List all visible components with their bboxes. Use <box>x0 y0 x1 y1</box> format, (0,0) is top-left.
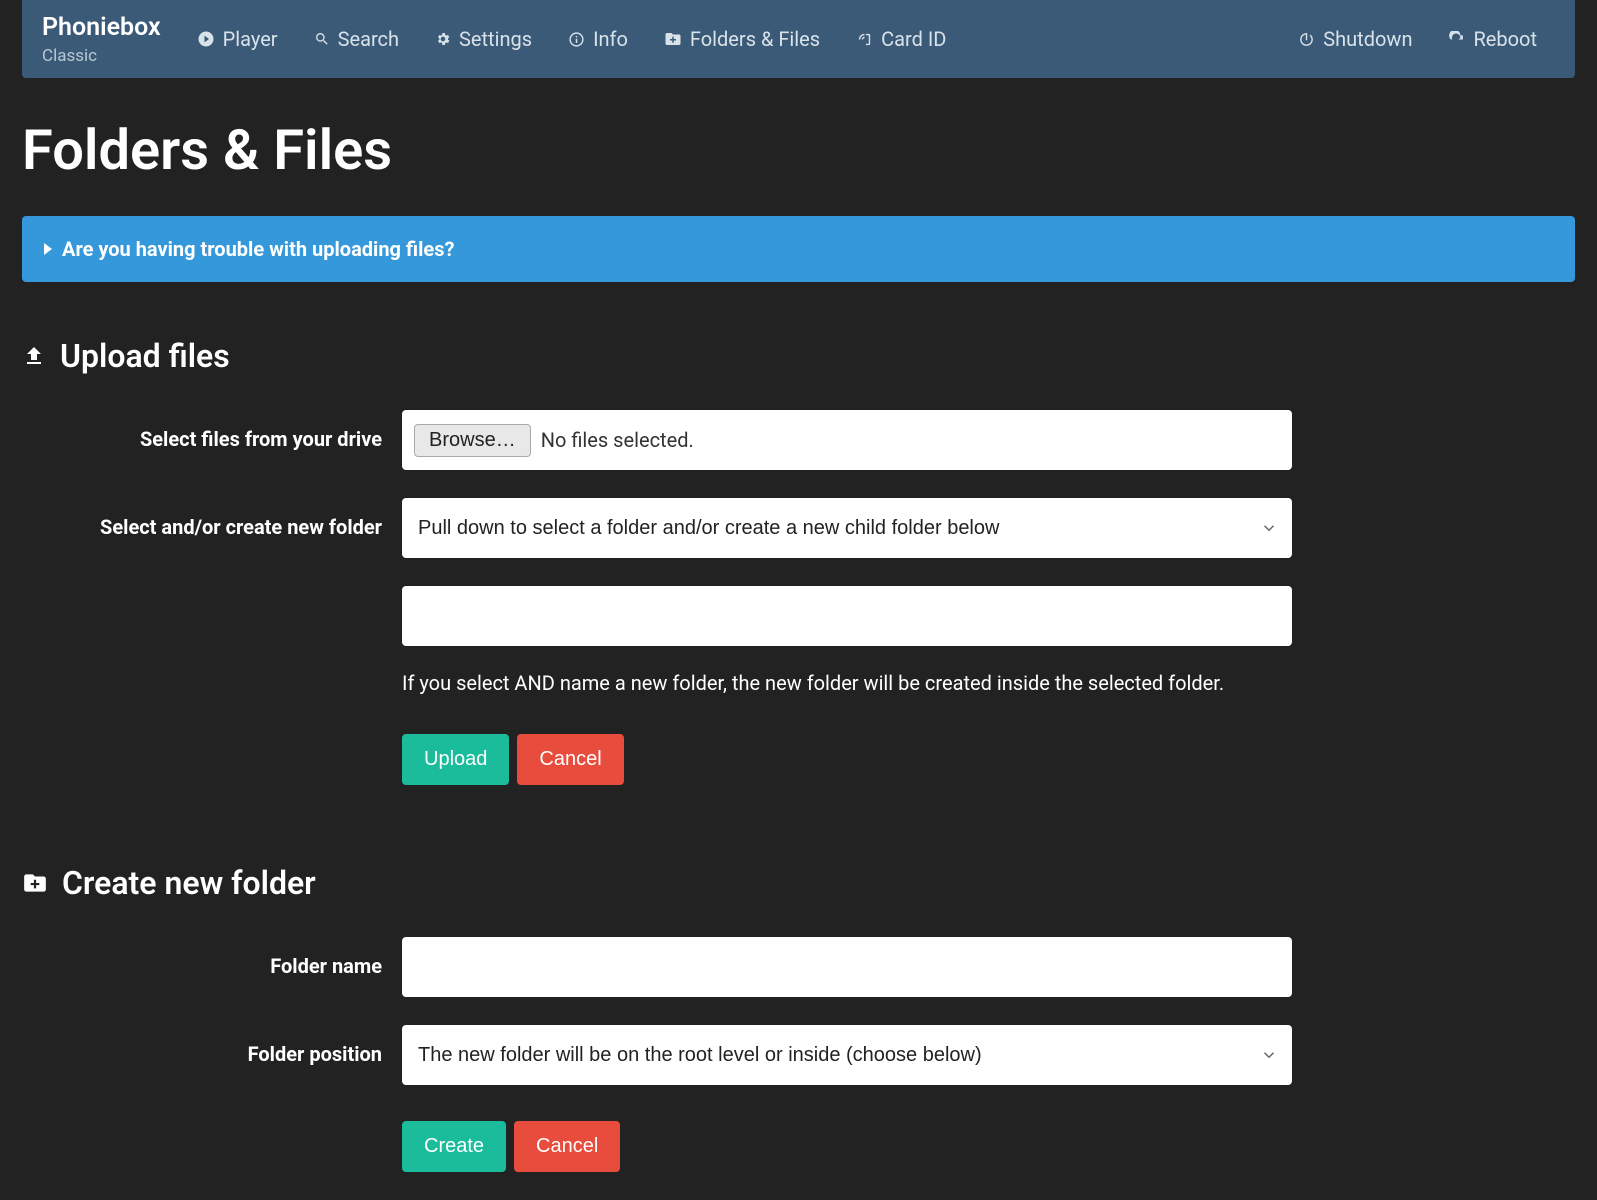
upload-icon <box>22 344 46 368</box>
nav-settings[interactable]: Settings <box>417 0 550 78</box>
play-circle-icon <box>197 30 215 48</box>
nav-shutdown[interactable]: Shutdown <box>1280 0 1430 78</box>
nav-label: Settings <box>459 24 532 54</box>
nav-label: Search <box>338 24 399 54</box>
rfid-icon <box>856 31 873 48</box>
refresh-icon <box>1448 31 1465 48</box>
folder-plus-icon <box>664 30 682 48</box>
section-title-text: Upload files <box>60 332 230 380</box>
top-navbar: Phoniebox Classic Player Search Settings <box>22 0 1575 78</box>
nav-reboot[interactable]: Reboot <box>1430 0 1555 78</box>
power-icon <box>1298 31 1315 48</box>
create-cancel-button[interactable]: Cancel <box>514 1121 620 1172</box>
nav-label: Shutdown <box>1323 24 1412 54</box>
file-input[interactable]: Browse… No files selected. <box>402 410 1292 470</box>
new-folder-name-input[interactable] <box>402 586 1292 646</box>
page-title: Folders & Files <box>22 108 1575 192</box>
nav-label: Card ID <box>881 24 946 54</box>
info-circle-icon <box>568 31 585 48</box>
upload-cancel-button[interactable]: Cancel <box>517 734 623 785</box>
folder-name-label: Folder name <box>22 937 402 997</box>
nav-folders-files[interactable]: Folders & Files <box>646 0 838 78</box>
nav-card-id[interactable]: Card ID <box>838 0 964 78</box>
upload-trouble-panel[interactable]: Are you having trouble with uploading fi… <box>22 216 1575 282</box>
nav-player[interactable]: Player <box>179 0 296 78</box>
search-icon <box>314 31 330 47</box>
upload-button[interactable]: Upload <box>402 734 509 785</box>
select-files-label: Select files from your drive <box>22 410 402 470</box>
nav-info[interactable]: Info <box>550 0 646 78</box>
folder-position-label: Folder position <box>22 1025 402 1085</box>
create-button[interactable]: Create <box>402 1121 506 1172</box>
select-folder-label: Select and/or create new folder <box>22 498 402 558</box>
file-input-status: No files selected. <box>541 425 694 455</box>
folder-select[interactable]: Pull down to select a folder and/or crea… <box>402 498 1292 558</box>
caret-right-icon <box>44 243 52 255</box>
info-panel-text: Are you having trouble with uploading fi… <box>62 234 454 264</box>
section-title-text: Create new folder <box>62 859 316 907</box>
create-folder-section-title: Create new folder <box>22 859 1575 907</box>
nav-label: Info <box>593 24 628 54</box>
upload-section-title: Upload files <box>22 332 1575 380</box>
nav-left: Player Search Settings Info Folders & Fi… <box>179 0 1281 78</box>
nav-search[interactable]: Search <box>296 0 417 78</box>
folder-plus-icon <box>22 870 48 896</box>
brand-title: Phoniebox <box>42 9 161 47</box>
brand-subtitle: Classic <box>42 44 161 70</box>
browse-button[interactable]: Browse… <box>414 424 531 457</box>
nav-label: Player <box>223 24 278 54</box>
folder-name-input[interactable] <box>402 937 1292 997</box>
nav-right: Shutdown Reboot <box>1280 0 1555 78</box>
upload-help-text: If you select AND name a new folder, the… <box>402 668 1292 698</box>
nav-label: Folders & Files <box>690 24 820 54</box>
nav-label: Reboot <box>1473 24 1537 54</box>
folder-position-select[interactable]: The new folder will be on the root level… <box>402 1025 1292 1085</box>
gear-icon <box>435 31 451 47</box>
brand[interactable]: Phoniebox Classic <box>42 1 161 78</box>
